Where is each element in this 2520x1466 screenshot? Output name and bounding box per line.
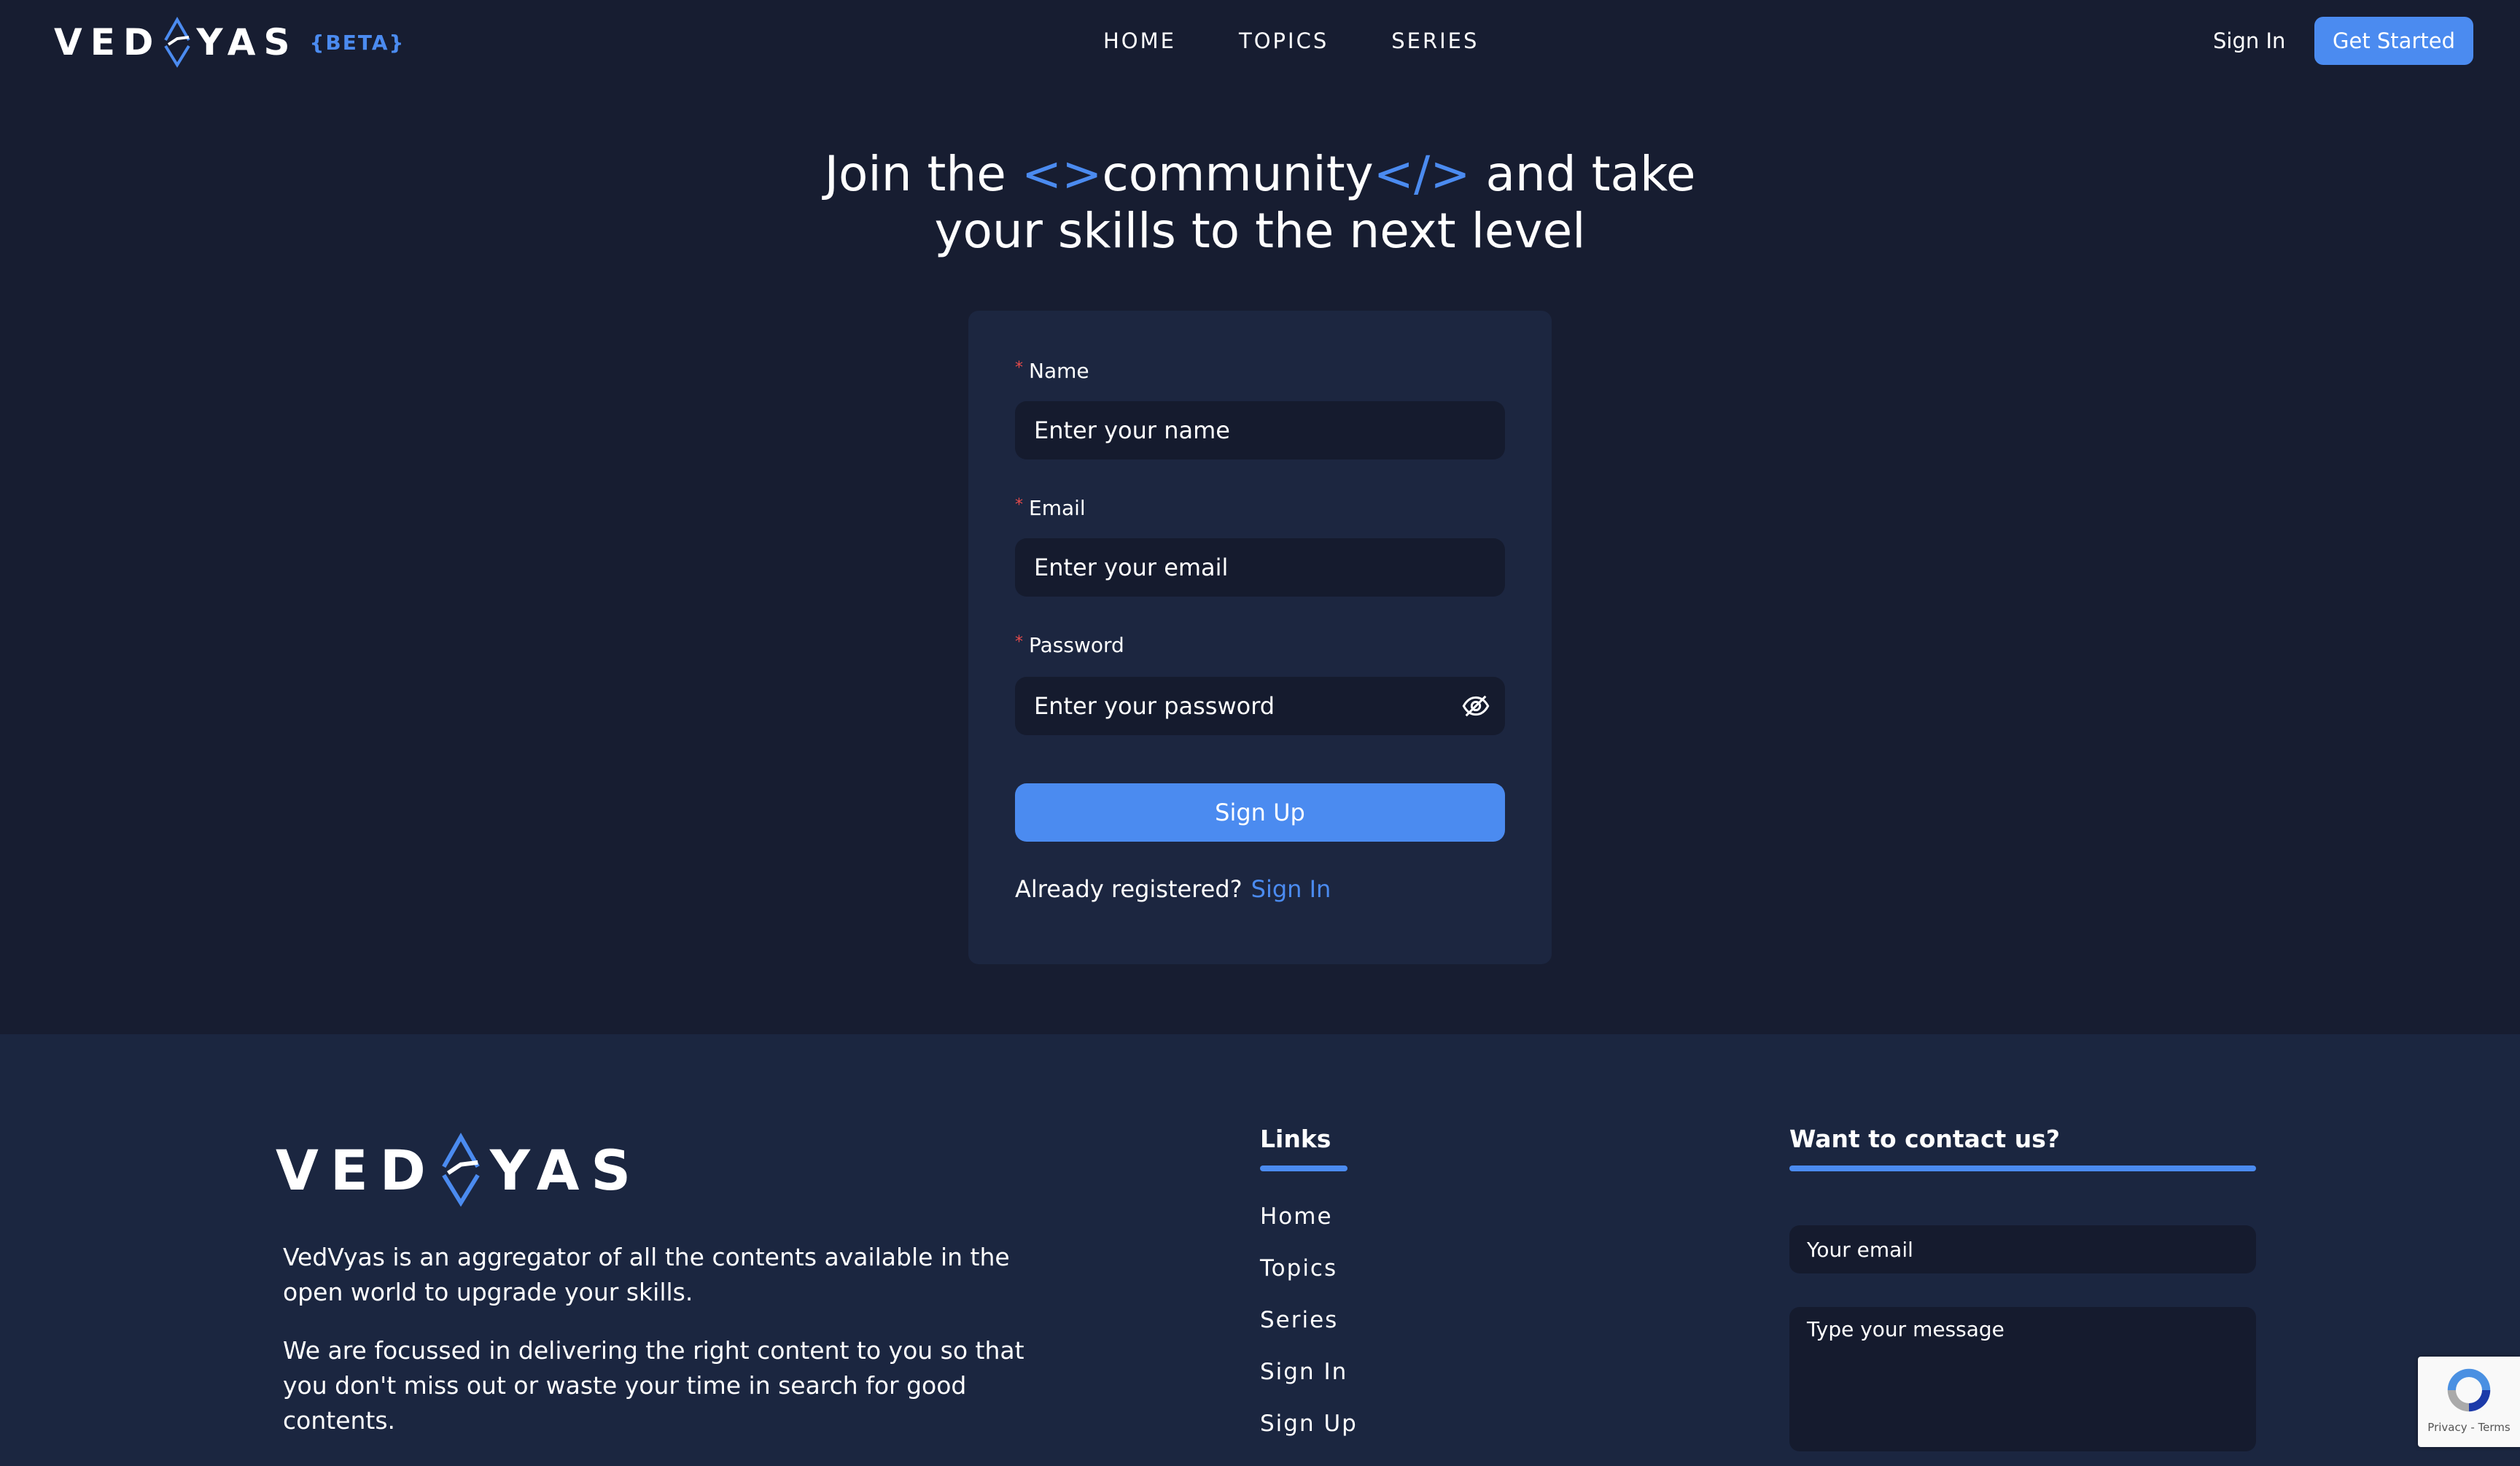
site-footer: VED YAS VedVyas is an aggregator of all …	[0, 1034, 2520, 1466]
nav-series[interactable]: SERIES	[1391, 26, 1479, 55]
logo[interactable]: VED YAS {BETA}	[54, 17, 405, 68]
name-input[interactable]	[1015, 401, 1505, 459]
footer-logo-v-mark-icon	[442, 1133, 480, 1207]
name-label: * Name	[1015, 359, 1089, 383]
title-part-2: and take	[1470, 146, 1696, 202]
contact-title-underline	[1789, 1166, 2256, 1171]
links-title: Links	[1260, 1125, 1331, 1153]
recaptcha-privacy-terms[interactable]: Privacy - Terms	[2418, 1421, 2520, 1434]
footer-link-topics[interactable]: Topics	[1260, 1255, 1337, 1281]
beta-badge: {BETA}	[309, 30, 405, 55]
header-sign-in-link[interactable]: Sign In	[2213, 26, 2285, 55]
footer-link-sign-in[interactable]: Sign In	[1260, 1359, 1348, 1385]
logo-wordmark: VED YAS	[54, 17, 298, 68]
name-label-text: Name	[1029, 359, 1089, 383]
recaptcha-badge[interactable]: Privacy - Terms	[2418, 1357, 2520, 1447]
nav-home[interactable]: HOME	[1103, 26, 1176, 55]
required-marker: *	[1015, 496, 1023, 514]
title-part-1: Join the	[824, 146, 1022, 202]
eye-slash-icon[interactable]	[1461, 691, 1490, 721]
nav-topics[interactable]: TOPICS	[1239, 26, 1329, 55]
site-header: VED YAS {BETA} HOME TOPICS SERIES Sign I…	[0, 0, 2520, 84]
links-title-underline	[1260, 1166, 1348, 1171]
footer-logo-text-right: YAS	[489, 1137, 643, 1203]
email-input[interactable]	[1015, 538, 1505, 597]
title-code-open: <>	[1021, 146, 1102, 202]
required-marker: *	[1015, 359, 1023, 377]
title-code-close: </>	[1373, 146, 1471, 202]
form-sign-in-link[interactable]: Sign In	[1251, 875, 1331, 903]
about-paragraph-1: VedVyas is an aggregator of all the cont…	[283, 1243, 1010, 1306]
footer-link-sign-up[interactable]: Sign Up	[1260, 1411, 1358, 1437]
about-paragraph-2: We are focussed in delivering the right …	[283, 1336, 1024, 1435]
logo-v-mark-icon	[164, 17, 191, 68]
recaptcha-icon	[2447, 1368, 2491, 1412]
password-input[interactable]	[1015, 677, 1505, 735]
logo-text-left: VED	[54, 21, 162, 63]
email-label: * Email	[1015, 496, 1086, 520]
contact-title: Want to contact us?	[1789, 1125, 2061, 1153]
email-label-text: Email	[1029, 496, 1086, 520]
already-registered: Already registered? Sign In	[1015, 875, 1331, 903]
password-label: * Password	[1015, 633, 1124, 657]
footer-logo[interactable]: VED YAS	[276, 1132, 642, 1208]
password-label-text: Password	[1029, 633, 1124, 657]
main-nav: HOME TOPICS SERIES	[1103, 26, 1479, 55]
footer-logo-text-left: VED	[276, 1137, 438, 1203]
get-started-button[interactable]: Get Started	[2314, 17, 2473, 65]
footer-link-series[interactable]: Series	[1260, 1307, 1338, 1333]
title-word: community	[1102, 146, 1374, 202]
contact-message-input[interactable]	[1789, 1307, 2256, 1451]
signup-form-card: * Name * Email * Password Sign Up Already r…	[968, 311, 1552, 964]
required-marker: *	[1015, 633, 1023, 651]
contact-email-input[interactable]	[1789, 1225, 2256, 1273]
already-registered-text: Already registered?	[1015, 875, 1242, 903]
page-title: Join the <>community</> and take your sk…	[0, 146, 2520, 260]
logo-text-right: YAS	[196, 21, 298, 63]
sign-up-button[interactable]: Sign Up	[1015, 783, 1505, 842]
title-line-2: your skills to the next level	[934, 203, 1586, 259]
footer-link-home[interactable]: Home	[1260, 1203, 1333, 1230]
